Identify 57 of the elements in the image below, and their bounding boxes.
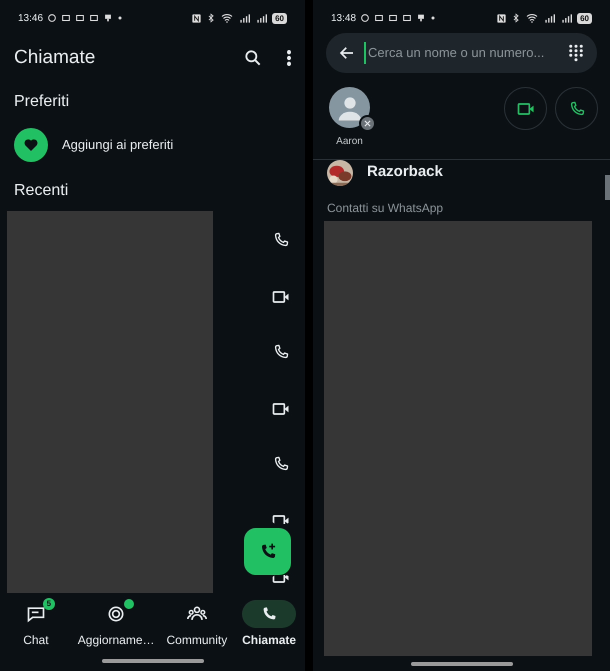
search-field[interactable]: Cerca un nome o un numero... <box>326 33 597 73</box>
dot-icon <box>117 15 124 21</box>
section-heading: Recenti <box>13 181 70 201</box>
nfc-icon <box>191 12 202 24</box>
status-icon <box>106 604 126 624</box>
notification-icon <box>103 13 114 23</box>
notification-icon <box>89 13 100 23</box>
section-heading: Preferiti <box>13 92 70 112</box>
battery-level: 60 <box>272 12 287 24</box>
screen-title: Chiamate <box>14 46 96 70</box>
nav-tab[interactable]: Community <box>160 593 234 651</box>
phone-icon <box>272 455 290 473</box>
wifi-icon <box>220 12 234 24</box>
add-favorites-link[interactable]: Aggiungi ai preferiti <box>62 135 174 155</box>
bluetooth-icon <box>206 13 216 23</box>
notification-icon <box>47 13 58 23</box>
nfc-icon <box>496 12 508 24</box>
notification-icon <box>61 13 72 23</box>
scrollbar-thumb[interactable] <box>605 175 610 200</box>
bluetooth-icon <box>511 13 522 23</box>
phone-icon <box>272 343 290 361</box>
contact-name: Aaron <box>335 135 364 149</box>
close-icon <box>363 119 372 128</box>
battery-level: 60 <box>577 12 592 24</box>
favorite-button[interactable] <box>14 128 48 162</box>
notification-icon <box>402 13 412 23</box>
notification-icon <box>360 13 370 23</box>
notification-icon <box>374 13 384 23</box>
notification-icon <box>388 13 398 23</box>
nav-tab[interactable]: 5 Chat <box>0 593 72 651</box>
voice-call-button[interactable] <box>272 455 290 473</box>
signal-icon <box>255 12 268 24</box>
nav-tab[interactable]: Aggiorname… <box>72 593 161 651</box>
video-call-button[interactable] <box>504 87 547 130</box>
phone-icon <box>272 231 290 249</box>
search-icon <box>243 48 263 68</box>
wifi-icon <box>525 12 540 24</box>
heart-icon <box>23 137 39 153</box>
signal-icon <box>543 12 556 24</box>
notification-icon <box>75 13 86 23</box>
contact-name[interactable]: Razorback <box>367 161 443 184</box>
home-indicator[interactable] <box>410 662 512 666</box>
signal-icon <box>560 12 574 24</box>
voice-call-button[interactable] <box>272 231 290 249</box>
status-time: 13:48 <box>331 12 356 26</box>
dot-icon <box>430 15 436 21</box>
unread-badge: 5 <box>42 598 55 610</box>
dialpad-icon <box>567 44 585 62</box>
section-heading: Contatti su WhatsApp <box>327 200 444 217</box>
status-time: 13:46 <box>18 12 44 26</box>
notification-icon <box>416 13 426 23</box>
new-call-button[interactable] <box>244 528 291 575</box>
voice-call-button[interactable] <box>555 87 598 130</box>
nav-tab[interactable]: Chiamate <box>233 593 305 651</box>
signal-icon <box>238 12 252 24</box>
voice-call-button[interactable] <box>272 343 290 361</box>
more-options-icon <box>287 50 291 66</box>
